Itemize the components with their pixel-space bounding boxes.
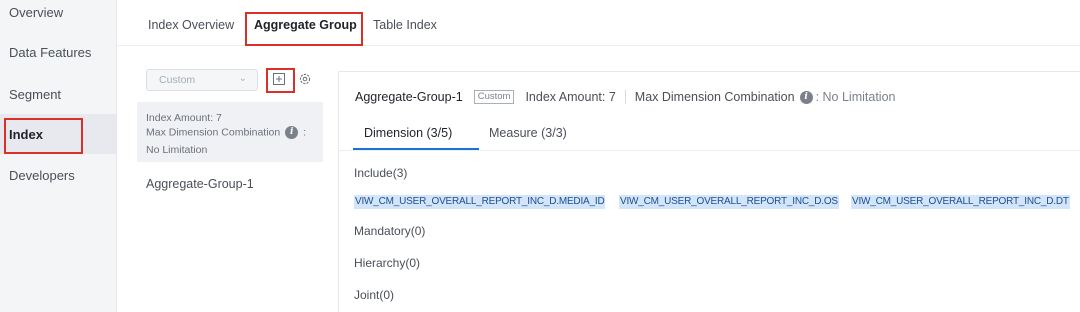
card-max-dim-label: Max Dimension Combination xyxy=(146,126,281,139)
nav-item-segment[interactable]: Segment xyxy=(0,74,117,114)
tab-index-overview[interactable]: Index Overview xyxy=(148,18,234,32)
joint-label: Joint(0) xyxy=(354,288,395,302)
nav-item-label: Developers xyxy=(9,167,75,183)
detail-subtabs: Dimension (3/5) Measure (3/3) xyxy=(339,120,1080,151)
index-amount: Index Amount: 7 xyxy=(525,90,616,104)
divider xyxy=(624,90,626,104)
group-name: Aggregate-Group-1 xyxy=(355,90,463,104)
group-summary-card[interactable]: Index Amount: 7 Max Dimension Combinatio… xyxy=(137,102,323,162)
dimension-chip[interactable]: VIW_CM_USER_OVERALL_REPORT_INC_D.MEDIA_I… xyxy=(354,195,606,209)
card-colon: : xyxy=(303,126,306,139)
dimension-chip[interactable]: VIW_CM_USER_OVERALL_REPORT_INC_D.DT xyxy=(851,195,1070,209)
hierarchy-label: Hierarchy(0) xyxy=(354,256,421,270)
info-icon: i xyxy=(285,126,299,139)
mandatory-label: Mandatory(0) xyxy=(354,224,426,238)
chevron-down-icon: ⌄ xyxy=(238,73,247,84)
card-index-amount: Index Amount: 7 xyxy=(146,112,222,124)
nav-item-developers[interactable]: Developers xyxy=(0,155,117,195)
list-item[interactable]: Aggregate-Group-1 xyxy=(146,177,254,191)
card-max-dim-value: No Limitation xyxy=(146,144,208,156)
index-tabs: Index Overview Aggregate Group Table Ind… xyxy=(117,0,1080,46)
info-icon[interactable]: i xyxy=(799,90,813,104)
active-tab-indicator xyxy=(353,148,479,150)
max-dimension-label: Max Dimension Combination xyxy=(634,90,795,104)
nav-item-label: Data Features xyxy=(9,44,92,60)
tab-measure[interactable]: Measure (3/3) xyxy=(489,126,567,140)
select-value: Custom xyxy=(159,74,196,86)
left-nav: Overview Data Features Segment Index Dev… xyxy=(0,0,117,312)
nav-item-label: Segment xyxy=(9,86,62,102)
plus-square-icon[interactable] xyxy=(272,72,286,86)
status-badge: Custom xyxy=(473,90,515,104)
aggregate-group-list: Custom ⌄ Index Amount: 7 Max Dimension C… xyxy=(117,46,331,312)
detail-header: Aggregate-Group-1 Custom Index Amount: 7… xyxy=(355,90,895,104)
dimension-chip[interactable]: VIW_CM_USER_OVERALL_REPORT_INC_D.OS xyxy=(619,195,839,209)
tab-dimension[interactable]: Dimension (3/5) xyxy=(364,126,452,140)
nav-item-index[interactable]: Index xyxy=(0,114,117,154)
group-filter-select[interactable]: Custom ⌄ xyxy=(146,69,258,91)
nav-item-overview[interactable]: Overview xyxy=(0,0,117,32)
nav-item-label: Index xyxy=(9,126,43,142)
max-dimension-value: : No Limitation xyxy=(815,90,896,104)
aggregate-group-detail: Aggregate-Group-1 Custom Index Amount: 7… xyxy=(338,71,1080,312)
tab-aggregate-group[interactable]: Aggregate Group xyxy=(254,18,357,32)
tab-table-index[interactable]: Table Index xyxy=(373,18,437,32)
include-label: Include(3) xyxy=(354,166,408,180)
gear-icon[interactable] xyxy=(298,72,312,86)
nav-item-data-features[interactable]: Data Features xyxy=(0,32,117,72)
nav-item-label: Overview xyxy=(9,4,64,20)
card-max-dimension: Max Dimension Combination i : xyxy=(146,126,306,139)
